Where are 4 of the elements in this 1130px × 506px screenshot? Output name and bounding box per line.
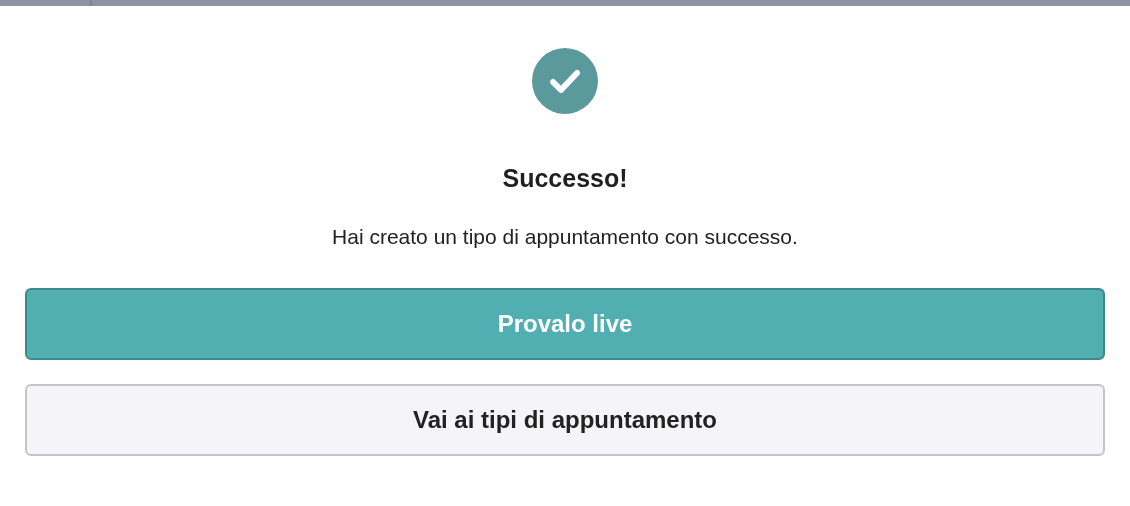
dialog-title: Successo! xyxy=(502,163,628,194)
secondary-button[interactable]: Vai ai tipi di appuntamento xyxy=(25,384,1105,456)
dialog-message: Hai creato un tipo di appuntamento con successo. xyxy=(332,224,798,250)
check-icon xyxy=(532,48,598,114)
